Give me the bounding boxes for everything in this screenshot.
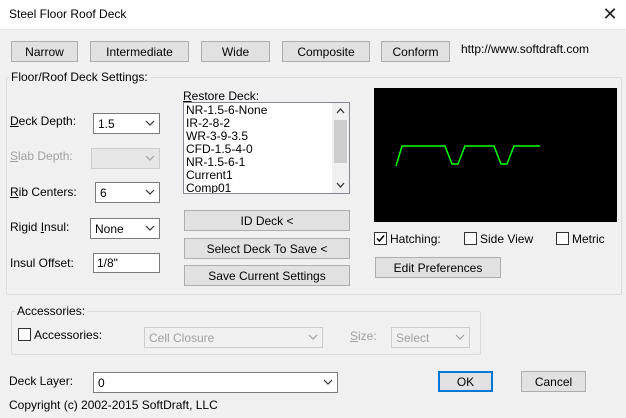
copyright-text: Copyright (c) 2002-2015 SoftDraft, LLC [9, 398, 218, 412]
wide-button[interactable]: Wide [201, 41, 270, 62]
chevron-down-icon [455, 334, 465, 340]
checkmark-icon [376, 235, 385, 243]
metric-checkbox[interactable] [556, 232, 569, 245]
deck-layer-select[interactable]: 0 [93, 372, 338, 393]
rigid-insul-label: Rigid Insul: [10, 220, 70, 234]
chevron-down-icon [145, 120, 155, 126]
ok-button[interactable]: OK [438, 371, 493, 392]
conform-button[interactable]: Conform [381, 41, 450, 62]
rigid-insul-value: None [95, 222, 124, 236]
restore-deck-label: Restore Deck: [183, 89, 260, 103]
restore-deck-list[interactable]: NR-1.5-6-None IR-2-8-2 WR-3-9-3.5 CFD-1.5-4… [183, 102, 350, 194]
rib-centers-value: 6 [100, 186, 107, 200]
slab-depth-label: Slab Depth: [10, 149, 73, 163]
deck-depth-label: Deck Depth: [10, 114, 77, 128]
size-select[interactable]: Select [391, 327, 470, 348]
intermediate-button[interactable]: Intermediate [90, 41, 189, 62]
chevron-down-icon [145, 189, 155, 195]
window-title: Steel Floor Roof Deck [9, 7, 127, 21]
deck-profile-preview [374, 88, 617, 222]
scroll-thumb[interactable] [334, 120, 347, 163]
cancel-button[interactable]: Cancel [521, 371, 586, 392]
cell-closure-select[interactable]: Cell Closure [144, 327, 323, 348]
id-deck-button[interactable]: ID Deck < [184, 210, 350, 231]
metric-label: Metric [572, 232, 605, 246]
accessories-label: Accessories: [34, 328, 103, 342]
deck-depth-select[interactable]: 1.5 [93, 113, 160, 134]
narrow-button[interactable]: Narrow [11, 41, 78, 62]
hatching-checkbox[interactable] [374, 232, 387, 245]
side-view-label: Side View [480, 232, 534, 246]
edit-preferences-button[interactable]: Edit Preferences [375, 257, 501, 278]
rigid-insul-select[interactable]: None [90, 218, 160, 239]
size-label: Size: [350, 329, 377, 343]
list-item[interactable]: Comp01 [184, 182, 332, 194]
composite-button[interactable]: Composite [282, 41, 370, 62]
chevron-down-icon [145, 155, 155, 161]
deck-depth-value: 1.5 [98, 117, 115, 131]
title-bar: Steel Floor Roof Deck ✕ [0, 0, 626, 30]
deck-settings-group-label: Floor/Roof Deck Settings: [9, 70, 150, 84]
chevron-down-icon[interactable] [335, 180, 346, 190]
deck-profile-line [395, 145, 540, 167]
hatching-label: Hatching: [390, 232, 441, 246]
accessories-checkbox[interactable] [18, 328, 31, 341]
insul-offset-input[interactable]: 1/8" [93, 253, 160, 273]
deck-layer-label: Deck Layer: [9, 374, 74, 388]
select-deck-to-save-button[interactable]: Select Deck To Save < [184, 238, 350, 259]
slab-depth-select[interactable] [91, 148, 160, 169]
rib-centers-label: Rib Centers: [10, 185, 77, 199]
side-view-checkbox[interactable] [464, 232, 477, 245]
chevron-up-icon[interactable] [335, 106, 346, 116]
rib-centers-select[interactable]: 6 [95, 182, 160, 203]
restore-deck-scrollbar[interactable] [332, 103, 349, 193]
accessories-group-label: Accessories: [15, 304, 88, 318]
website-link[interactable]: http://www.softdraft.com [461, 42, 589, 56]
chevron-down-icon [308, 334, 318, 340]
save-current-settings-button[interactable]: Save Current Settings [184, 265, 350, 286]
chevron-down-icon [323, 379, 333, 385]
chevron-down-icon [145, 225, 155, 231]
close-icon[interactable]: ✕ [598, 3, 622, 25]
insul-offset-label: Insul Offset: [10, 256, 74, 270]
